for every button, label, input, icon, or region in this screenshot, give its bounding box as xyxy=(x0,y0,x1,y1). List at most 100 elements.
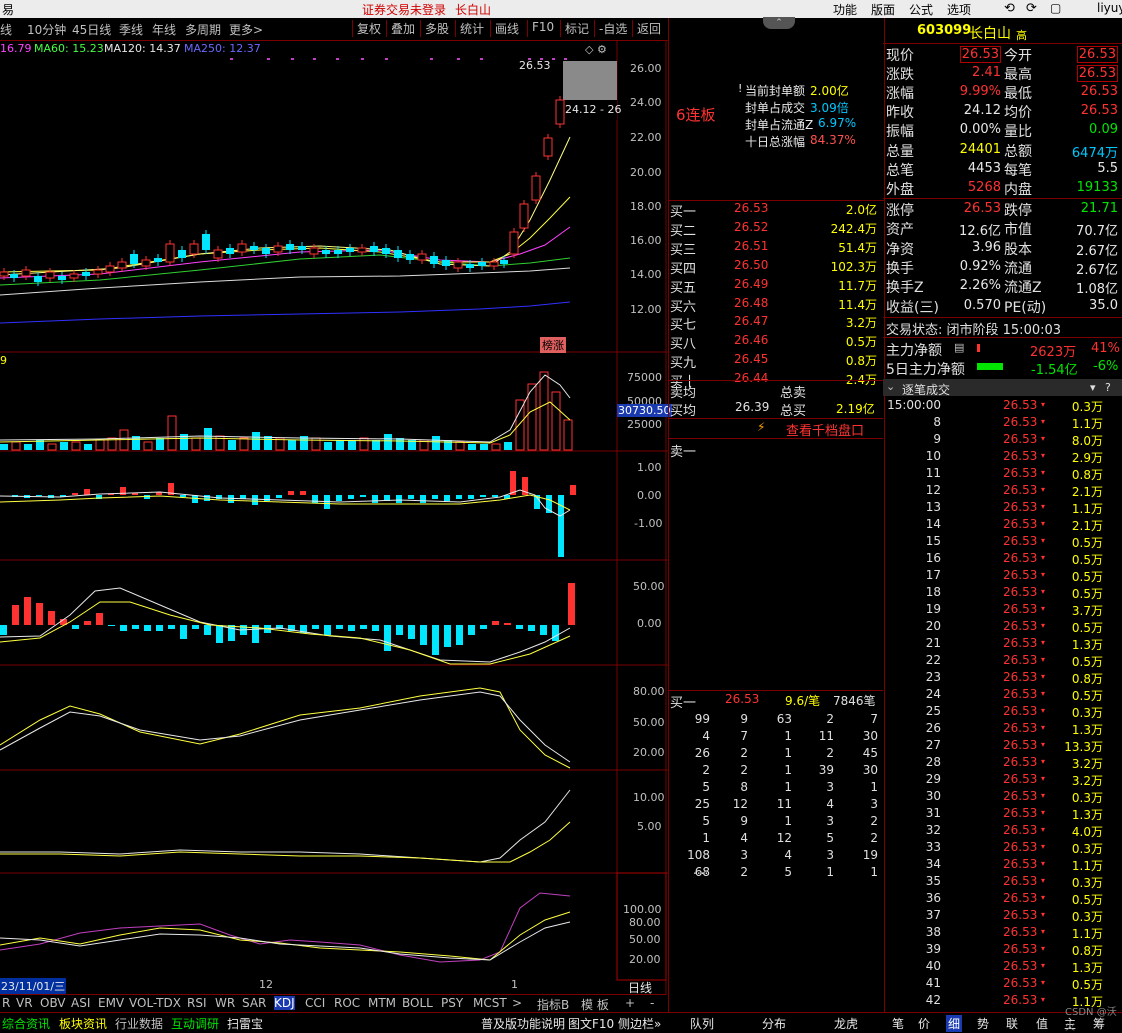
bid-row[interactable]: 买六 26.48 11.4万 xyxy=(668,295,883,315)
y-tick: 24.00 xyxy=(630,96,662,109)
bid-row[interactable]: 买一 26.53 2.0亿 xyxy=(668,201,883,220)
volume-bar xyxy=(11,441,21,451)
ind-tab-psy[interactable]: PSY xyxy=(441,996,463,1010)
tab-trend[interactable]: 势 xyxy=(977,1015,989,1032)
tab-detail[interactable]: 细 xyxy=(946,1015,963,1032)
tab-45day[interactable]: 45日线 xyxy=(72,21,111,38)
tab-value[interactable]: 值 xyxy=(1036,1015,1048,1032)
ind-tab-asi[interactable]: ASI xyxy=(71,996,90,1010)
ind-tab-vr[interactable]: VR xyxy=(16,996,33,1010)
tab-year[interactable]: 年线 xyxy=(152,21,176,38)
btn-f10[interactable]: F10 xyxy=(527,20,554,37)
menu-function[interactable]: 功能 xyxy=(833,1,857,18)
btn-back[interactable]: 返回 xyxy=(632,20,661,37)
add-indicator-button[interactable]: + xyxy=(625,996,635,1010)
indicator-bar xyxy=(120,625,127,631)
tick-down-arrow-icon: ▾ xyxy=(1041,808,1046,817)
tick-price: 26.53 xyxy=(1003,993,1038,1007)
ind-tab-mtm[interactable]: MTM xyxy=(368,996,396,1010)
tab-industry[interactable]: 行业数据 xyxy=(115,1015,163,1032)
tab-interaction[interactable]: 互动调研 xyxy=(171,1015,219,1032)
menu-layout[interactable]: 版面 xyxy=(871,1,895,18)
filter-icon[interactable]: ▾ xyxy=(1090,381,1096,394)
bid-row[interactable]: 买八 26.46 0.5万 xyxy=(668,333,883,352)
bid-row[interactable]: 买五 26.49 11.7万 xyxy=(668,277,883,296)
seal-label: 当前封单额 xyxy=(745,84,806,98)
indicator-b-button[interactable]: 指标B xyxy=(537,996,569,1013)
bid-row[interactable]: 买七 26.47 3.2万 xyxy=(668,314,883,333)
restore-icon[interactable]: ⟲ xyxy=(1004,1,1015,16)
bid-row[interactable]: 买九 26.45 0.8万 xyxy=(668,352,883,371)
quote-value: 70.7亿 xyxy=(1076,224,1118,240)
vol-current-badge: 30730.50 xyxy=(617,404,672,417)
f10-link[interactable]: 图文F10 xyxy=(568,1015,614,1032)
tab-sector-news[interactable]: 板块资讯 xyxy=(59,1015,107,1032)
btn-multi-stock[interactable]: 多股 xyxy=(420,20,449,37)
tick-amount: 1.1万 xyxy=(1071,502,1103,516)
tab-price[interactable]: 价 xyxy=(918,1015,930,1032)
ind-tab-boll[interactable]: BOLL xyxy=(402,996,433,1010)
tab-quarter[interactable]: 季线 xyxy=(119,21,143,38)
tab-mine-scan[interactable]: 扫雷宝 xyxy=(227,1015,263,1032)
collapse-circle-icon[interactable]: ⌄ xyxy=(886,380,895,393)
user-name[interactable]: liyuy xyxy=(1097,1,1122,15)
bid-row[interactable]: 买三 26.51 51.4万 xyxy=(668,239,883,258)
bang-badge[interactable]: 榜涨 xyxy=(540,337,566,353)
tab-queue[interactable]: 队列 xyxy=(690,1015,714,1032)
candle-up xyxy=(519,203,529,229)
collapse-icon[interactable]: ⌃ xyxy=(763,17,795,29)
tab-news[interactable]: 综合资讯 xyxy=(2,1015,50,1032)
tab-10min[interactable]: 10分钟 xyxy=(27,21,66,38)
buy-avg-value: 26.39 xyxy=(735,400,770,414)
template-button[interactable]: 模 板 xyxy=(581,996,609,1013)
bid-price: 26.48 xyxy=(734,295,769,310)
btn-add-watch[interactable]: -自选 xyxy=(594,20,627,37)
help-link[interactable]: 普及版功能说明 xyxy=(481,1015,565,1032)
ind-tab-kdj[interactable]: KDJ xyxy=(274,996,295,1010)
tab-tick[interactable]: 笔 xyxy=(892,1015,904,1032)
tick-amount: 2.1万 xyxy=(1071,485,1103,499)
ind-tab-cci[interactable]: CCI xyxy=(305,996,325,1010)
view-thousand-button[interactable]: 查看千档盘口 xyxy=(786,420,864,439)
tab-more[interactable]: 更多> xyxy=(229,21,263,38)
remove-indicator-button[interactable]: - xyxy=(650,996,654,1010)
tab-distribution[interactable]: 分布 xyxy=(762,1015,786,1032)
quote-value: 24.12 xyxy=(963,103,1001,119)
volume-bar xyxy=(84,444,92,450)
btn-overlay[interactable]: 叠加 xyxy=(386,20,415,37)
bid-row[interactable]: 买四 26.50 102.3万 xyxy=(668,258,883,277)
k-line-chart[interactable] xyxy=(0,40,668,995)
btn-mark[interactable]: 标记 xyxy=(560,20,589,37)
quote-label: 收益(三) xyxy=(886,299,939,316)
bid-row[interactable]: 买二 26.52 242.4万 xyxy=(668,220,883,239)
menu-formula[interactable]: 公式 xyxy=(909,1,933,18)
btn-restore-right[interactable]: 复权 xyxy=(352,20,381,37)
ind-tab-mcst[interactable]: MCST xyxy=(473,996,507,1010)
help-icon[interactable]: ? xyxy=(1105,381,1111,394)
ind-tab-emv[interactable]: EMV xyxy=(98,996,124,1010)
tab-multi[interactable]: 多周期 xyxy=(185,21,221,38)
macd-bar xyxy=(444,495,450,501)
tab-link[interactable]: 联 xyxy=(1006,1015,1018,1032)
refresh-icon[interactable]: ⟳ xyxy=(1026,1,1037,16)
window-icon[interactable]: ▢ xyxy=(1050,1,1061,15)
candle-down xyxy=(34,276,42,282)
sidebar-toggle[interactable]: 侧边栏» xyxy=(618,1015,661,1032)
ind-tab-roc[interactable]: ROC xyxy=(334,996,360,1010)
ind-tab-sar[interactable]: SAR xyxy=(242,996,266,1010)
ind-tab-rsi[interactable]: RSI xyxy=(187,996,207,1010)
ind-tab-more[interactable]: > xyxy=(512,996,522,1010)
list-icon[interactable]: ▤ xyxy=(954,341,964,354)
queue-cell: 4 xyxy=(702,729,710,743)
tab-daily[interactable]: 线 xyxy=(0,21,12,38)
ind-tab-obv[interactable]: OBV xyxy=(40,996,66,1010)
ind-tab-voltdx[interactable]: VOL-TDX xyxy=(129,996,181,1010)
ind-tab-wr[interactable]: WR xyxy=(215,996,235,1010)
btn-draw[interactable]: 画线 xyxy=(490,20,519,37)
quote-label: 总额 xyxy=(1004,143,1032,160)
tab-dragon-tiger[interactable]: 龙虎 xyxy=(834,1015,858,1032)
menu-options[interactable]: 选项 xyxy=(947,1,971,18)
ind-tab-r[interactable]: R xyxy=(2,996,10,1010)
diamond-icon[interactable]: ◇ ⚙ xyxy=(585,43,607,56)
btn-stats[interactable]: 统计 xyxy=(455,20,484,37)
